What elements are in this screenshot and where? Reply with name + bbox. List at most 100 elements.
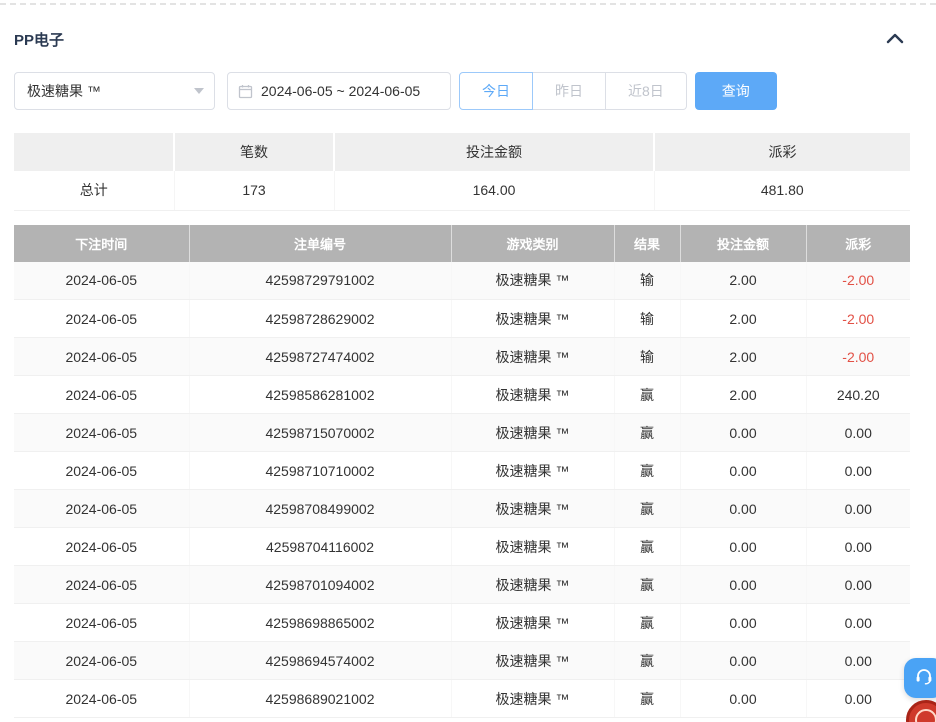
table-row: 2024-06-05 42598715070002 极速糖果 ™ 赢 0.00 … xyxy=(14,414,910,452)
quick-button-today[interactable]: 今日 xyxy=(459,72,533,110)
cell-result: 赢 xyxy=(614,376,680,414)
cell-payout: -2.00 xyxy=(806,262,910,300)
cell-result: 赢 xyxy=(614,642,680,680)
table-row: 2024-06-05 42598728629002 极速糖果 ™ 输 2.00 … xyxy=(14,300,910,338)
cell-bet-id: 42598715070002 xyxy=(189,414,451,452)
table-row: 2024-06-05 42598701094002 极速糖果 ™ 赢 0.00 … xyxy=(14,566,910,604)
cell-bet-amount: 0.00 xyxy=(680,528,806,566)
chevron-down-icon xyxy=(194,88,204,94)
cell-bet-time: 2024-06-05 xyxy=(14,528,189,566)
cell-bet-time: 2024-06-05 xyxy=(14,452,189,490)
cell-result: 赢 xyxy=(614,452,680,490)
cell-bet-amount: 2.00 xyxy=(680,300,806,338)
cell-bet-id: 42598586281002 xyxy=(189,376,451,414)
cell-bet-time: 2024-06-05 xyxy=(14,376,189,414)
cell-payout: 0.00 xyxy=(806,490,910,528)
cell-payout: 240.20 xyxy=(806,376,910,414)
cell-bet-amount: 2.00 xyxy=(680,262,806,300)
cell-game-type: 极速糖果 ™ xyxy=(451,642,614,680)
summary-table: 笔数 投注金额 派彩 总计 173 164.00 481.80 xyxy=(14,133,910,211)
promo-bubble[interactable] xyxy=(906,700,936,722)
header-game-type: 游戏类别 xyxy=(451,225,614,262)
cell-bet-time: 2024-06-05 xyxy=(14,338,189,376)
cell-bet-amount: 0.00 xyxy=(680,452,806,490)
bet-table: 下注时间 注单编号 游戏类别 结果 投注金额 派彩 2024-06-05 425… xyxy=(14,225,910,719)
bet-table-body: 2024-06-05 42598729791002 极速糖果 ™ 输 2.00 … xyxy=(14,262,910,718)
table-row: 2024-06-05 42598729791002 极速糖果 ™ 输 2.00 … xyxy=(14,262,910,300)
quick-button-yesterday[interactable]: 昨日 xyxy=(533,72,606,110)
summary-header-empty xyxy=(14,133,174,171)
cell-bet-time: 2024-06-05 xyxy=(14,642,189,680)
cell-game-type: 极速糖果 ™ xyxy=(451,262,614,300)
quick-date-button-group: 今日 昨日 近8日 xyxy=(459,72,687,110)
cell-payout: 0.00 xyxy=(806,604,910,642)
cell-bet-id: 42598694574002 xyxy=(189,642,451,680)
panel-header: PP电子 xyxy=(14,29,904,50)
search-button[interactable]: 查询 xyxy=(695,72,777,110)
cell-bet-id: 42598689021002 xyxy=(189,680,451,718)
cell-payout: -2.00 xyxy=(806,300,910,338)
bet-table-header-row: 下注时间 注单编号 游戏类别 结果 投注金额 派彩 xyxy=(14,225,910,262)
panel-title: PP电子 xyxy=(14,29,64,50)
cell-bet-amount: 0.00 xyxy=(680,680,806,718)
cell-bet-id: 42598710710002 xyxy=(189,452,451,490)
cell-bet-id: 42598698865002 xyxy=(189,604,451,642)
cell-bet-time: 2024-06-05 xyxy=(14,414,189,452)
collapse-panel-button[interactable] xyxy=(886,31,904,49)
cell-payout: 0.00 xyxy=(806,566,910,604)
cell-result: 赢 xyxy=(614,414,680,452)
cell-payout: 0.00 xyxy=(806,642,910,680)
cell-bet-id: 42598727474002 xyxy=(189,338,451,376)
cell-bet-time: 2024-06-05 xyxy=(14,680,189,718)
cell-game-type: 极速糖果 ™ xyxy=(451,338,614,376)
summary-header-payout: 派彩 xyxy=(654,133,910,171)
cell-result: 输 xyxy=(614,262,680,300)
cell-payout: -2.00 xyxy=(806,338,910,376)
quick-button-last8days[interactable]: 近8日 xyxy=(606,72,687,110)
cell-game-type: 极速糖果 ™ xyxy=(451,376,614,414)
top-dashed-divider xyxy=(0,3,936,5)
table-row: 2024-06-05 42598586281002 极速糖果 ™ 赢 2.00 … xyxy=(14,376,910,414)
table-row: 2024-06-05 42598689021002 极速糖果 ™ 赢 0.00 … xyxy=(14,680,910,718)
cell-result: 赢 xyxy=(614,566,680,604)
cell-bet-amount: 0.00 xyxy=(680,642,806,680)
cell-game-type: 极速糖果 ™ xyxy=(451,680,614,718)
header-result: 结果 xyxy=(614,225,680,262)
summary-row: 总计 173 164.00 481.80 xyxy=(14,171,910,210)
header-bet-time: 下注时间 xyxy=(14,225,189,262)
cell-bet-id: 42598701094002 xyxy=(189,566,451,604)
summary-header-count: 笔数 xyxy=(174,133,334,171)
game-select[interactable]: 极速糖果 ™ xyxy=(14,72,215,110)
summary-total-label: 总计 xyxy=(14,171,174,210)
header-payout: 派彩 xyxy=(806,225,910,262)
cell-game-type: 极速糖果 ™ xyxy=(451,414,614,452)
cell-result: 赢 xyxy=(614,680,680,718)
cell-bet-amount: 0.00 xyxy=(680,566,806,604)
cell-bet-amount: 0.00 xyxy=(680,414,806,452)
cell-bet-id: 42598729791002 xyxy=(189,262,451,300)
cell-result: 输 xyxy=(614,300,680,338)
customer-service-bubble[interactable] xyxy=(904,658,936,698)
cell-bet-id: 42598728629002 xyxy=(189,300,451,338)
cell-bet-time: 2024-06-05 xyxy=(14,300,189,338)
header-bet-id: 注单编号 xyxy=(189,225,451,262)
cell-bet-time: 2024-06-05 xyxy=(14,566,189,604)
table-row: 2024-06-05 42598704116002 极速糖果 ™ 赢 0.00 … xyxy=(14,528,910,566)
chevron-up-icon xyxy=(886,31,904,49)
cell-payout: 0.00 xyxy=(806,452,910,490)
date-range-input[interactable]: 2024-06-05 ~ 2024-06-05 xyxy=(227,72,451,110)
cell-bet-time: 2024-06-05 xyxy=(14,262,189,300)
cell-bet-time: 2024-06-05 xyxy=(14,604,189,642)
cell-game-type: 极速糖果 ™ xyxy=(451,452,614,490)
cell-game-type: 极速糖果 ™ xyxy=(451,528,614,566)
summary-count-value: 173 xyxy=(174,171,334,210)
filter-row: 极速糖果 ™ 2024-06-05 ~ 2024-06-05 今日 昨日 近8日… xyxy=(14,72,936,110)
summary-header-bet-amount: 投注金额 xyxy=(334,133,654,171)
table-row: 2024-06-05 42598727474002 极速糖果 ™ 输 2.00 … xyxy=(14,338,910,376)
cell-game-type: 极速糖果 ™ xyxy=(451,566,614,604)
cell-bet-id: 42598704116002 xyxy=(189,528,451,566)
cell-game-type: 极速糖果 ™ xyxy=(451,300,614,338)
summary-bet-amount-value: 164.00 xyxy=(334,171,654,210)
table-row: 2024-06-05 42598708499002 极速糖果 ™ 赢 0.00 … xyxy=(14,490,910,528)
cell-result: 输 xyxy=(614,338,680,376)
